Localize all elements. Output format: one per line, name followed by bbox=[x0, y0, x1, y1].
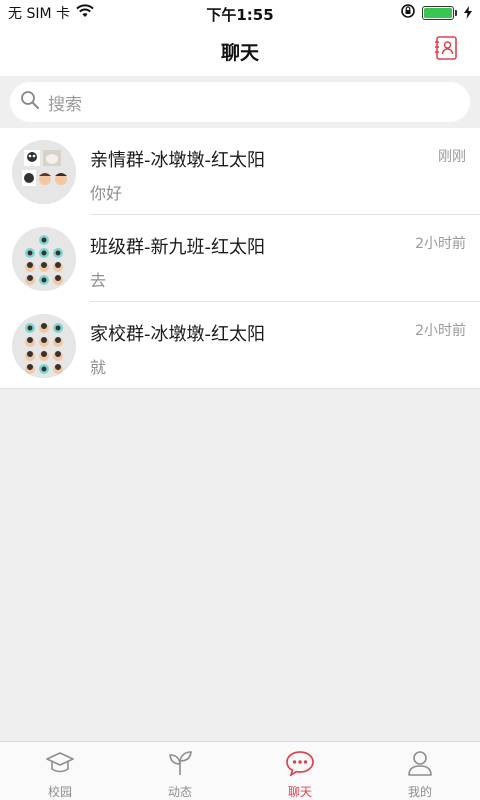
empty-area bbox=[0, 389, 480, 741]
contacts-button[interactable] bbox=[432, 36, 460, 64]
chat-preview: 去 bbox=[90, 271, 107, 290]
chat-time: 2小时前 bbox=[415, 323, 466, 339]
person-icon bbox=[405, 750, 435, 780]
graduation-cap-icon bbox=[45, 750, 75, 780]
chat-name: 家校群-冰墩墩-红太阳 bbox=[90, 324, 265, 345]
chat-time: 2小时前 bbox=[415, 236, 466, 252]
tab-label: 我的 bbox=[407, 785, 432, 799]
tab-label: 聊天 bbox=[287, 785, 312, 799]
tab-me[interactable]: 我的 bbox=[360, 742, 480, 800]
chat-preview: 就 bbox=[90, 358, 107, 377]
search-placeholder: 搜索 bbox=[48, 94, 82, 115]
status-bar: 无 SIM 卡 下午1:55 bbox=[0, 0, 480, 26]
group-avatar bbox=[12, 227, 76, 291]
search-section: 搜索 bbox=[0, 76, 480, 128]
chat-time: 刚刚 bbox=[438, 149, 466, 165]
tab-moments[interactable]: 动态 bbox=[120, 742, 240, 800]
nav-bar: 聊天 bbox=[0, 26, 480, 76]
contact-book-icon bbox=[433, 35, 459, 65]
tab-chat[interactable]: 聊天 bbox=[240, 742, 360, 800]
status-right bbox=[400, 4, 472, 22]
chat-bubble-icon bbox=[285, 750, 315, 780]
group-avatar bbox=[12, 314, 76, 378]
tab-label: 动态 bbox=[167, 785, 192, 799]
tab-label: 校园 bbox=[47, 785, 72, 799]
search-input[interactable]: 搜索 bbox=[10, 82, 470, 122]
chat-list-item[interactable]: 班级群-新九班-红太阳 去 2小时前 bbox=[0, 215, 480, 302]
battery-icon bbox=[422, 6, 457, 20]
rotation-lock-icon bbox=[400, 3, 416, 23]
charging-bolt-icon bbox=[464, 4, 472, 23]
tab-campus[interactable]: 校园 bbox=[0, 742, 120, 800]
sprout-icon bbox=[165, 750, 195, 780]
group-avatar bbox=[12, 140, 76, 204]
chat-preview: 你好 bbox=[90, 184, 123, 203]
chat-name: 班级群-新九班-红太阳 bbox=[90, 237, 265, 258]
search-icon bbox=[20, 90, 40, 114]
tab-bar: 校园 动态 聊天 我的 bbox=[0, 741, 480, 800]
page-title: 聊天 bbox=[220, 42, 259, 64]
chat-list-item[interactable]: 亲情群-冰墩墩-红太阳 你好 刚刚 bbox=[0, 128, 480, 215]
chat-list-item[interactable]: 家校群-冰墩墩-红太阳 就 2小时前 bbox=[0, 302, 480, 389]
chat-name: 亲情群-冰墩墩-红太阳 bbox=[90, 150, 265, 171]
chat-list: 亲情群-冰墩墩-红太阳 你好 刚刚 班级群-新九班-红太阳 去 2小时前 家校群… bbox=[0, 128, 480, 389]
